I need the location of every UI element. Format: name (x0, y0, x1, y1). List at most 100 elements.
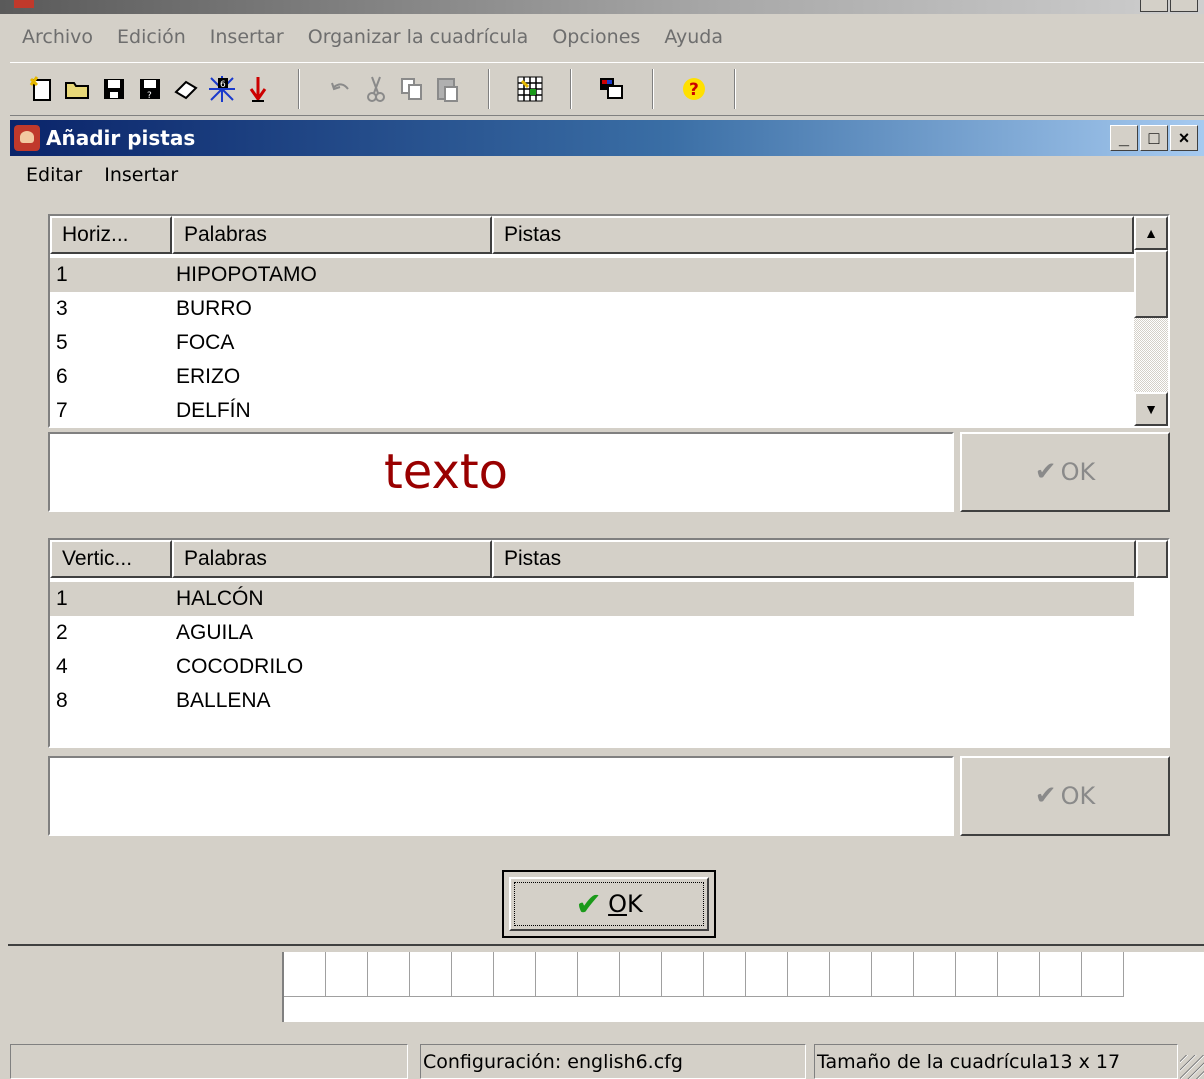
toolbar-separator (488, 69, 490, 109)
grid-cell[interactable] (1040, 952, 1082, 996)
horizontal-clue-input[interactable]: texto (48, 432, 954, 512)
ok-label: OK (1060, 782, 1096, 810)
grid-cell[interactable] (368, 952, 410, 996)
scroll-up-icon[interactable]: ▲ (1134, 216, 1168, 250)
undo-icon[interactable] (322, 69, 358, 109)
dialog-app-icon (14, 125, 40, 151)
grid-icon[interactable] (512, 69, 548, 109)
row-word: DELFÍN (176, 399, 251, 422)
table-row[interactable]: 8 BALLENA (50, 684, 1168, 718)
grid-cell[interactable] (830, 952, 872, 996)
grid-cell[interactable] (788, 952, 830, 996)
close-button[interactable]: × (1170, 125, 1198, 151)
paste-icon[interactable] (430, 69, 466, 109)
column-palabras[interactable]: Palabras (172, 540, 492, 578)
column-palabras[interactable]: Palabras (172, 216, 492, 254)
vertical-scrollbar[interactable]: ▲ ▼ (1134, 216, 1168, 426)
resize-grip-icon[interactable] (1180, 1055, 1204, 1079)
menu-archivo[interactable]: Archivo (22, 26, 93, 48)
grid-cell[interactable] (620, 952, 662, 996)
save-icon[interactable] (96, 69, 132, 109)
copy-icon[interactable] (394, 69, 430, 109)
table-row[interactable]: 4 COCODRILO (50, 650, 1168, 684)
dialog-window-buttons: _ □ × (1110, 125, 1198, 151)
svg-text:6: 6 (220, 80, 226, 90)
table-row[interactable]: 1 HIPOPOTAMO (50, 258, 1134, 292)
menu-insertar[interactable]: Insertar (210, 26, 284, 48)
toolbar-separator (570, 69, 572, 109)
svg-text:?: ? (689, 80, 699, 100)
minimize-icon[interactable] (1140, 0, 1168, 12)
arrow-down-icon[interactable] (240, 69, 276, 109)
open-icon[interactable] (60, 69, 96, 109)
grid-cell[interactable] (1082, 952, 1124, 996)
help-icon[interactable]: ? (676, 69, 712, 109)
menu-opciones[interactable]: Opciones (552, 26, 640, 48)
grid-cell[interactable] (452, 952, 494, 996)
grid-cell[interactable] (284, 952, 326, 996)
row-word: HIPOPOTAMO (176, 263, 317, 286)
dialog-titlebar[interactable]: Añadir pistas _ □ × (10, 120, 1204, 156)
grid-cell[interactable] (662, 952, 704, 996)
scroll-thumb[interactable] (1134, 250, 1168, 318)
grid-cell[interactable] (326, 952, 368, 996)
statusbar: Configuración: english6.cfg Tamaño de la… (0, 1044, 1204, 1079)
menu-edicion[interactable]: Edición (117, 26, 186, 48)
save-as-icon[interactable]: ? (132, 69, 168, 109)
grid-cell[interactable] (410, 952, 452, 996)
colors-icon[interactable] (594, 69, 630, 109)
row-word: FOCA (176, 331, 235, 354)
column-pistas[interactable]: Pistas (492, 216, 1134, 254)
grid-cell[interactable] (536, 952, 578, 996)
menu-ayuda[interactable]: Ayuda (664, 26, 723, 48)
maximize-icon[interactable] (1170, 0, 1198, 12)
eraser-icon[interactable] (168, 69, 204, 109)
column-filler (1136, 540, 1168, 578)
column-vertical[interactable]: Vertic... (50, 540, 172, 578)
table-row[interactable]: 2 AGUILA (50, 616, 1168, 650)
toolbar: ? 6 ? (10, 62, 1204, 116)
table-row[interactable]: 1 HALCÓN (50, 582, 1134, 616)
grid-number-icon[interactable]: 6 (204, 69, 240, 109)
maximize-button[interactable]: □ (1140, 125, 1168, 151)
grid-cell[interactable] (956, 952, 998, 996)
horizontal-ok-button[interactable]: ✔ OK (960, 432, 1170, 512)
vertical-ok-button[interactable]: ✔ OK (960, 756, 1170, 836)
menu-organizar[interactable]: Organizar la cuadrícula (308, 26, 529, 48)
table-row[interactable]: 6 ERIZO (50, 360, 1168, 394)
horizontal-clues-list[interactable]: Horiz... Palabras Pistas 1 HIPOPOTAMO 3 … (48, 214, 1170, 428)
grid-cell[interactable] (914, 952, 956, 996)
status-grid-size: Tamaño de la cuadrícula13 x 17 (814, 1044, 1178, 1079)
ok-label: OK (1060, 458, 1096, 486)
svg-text:?: ? (147, 91, 152, 101)
column-horizontal[interactable]: Horiz... (50, 216, 172, 254)
row-number: 2 (56, 621, 68, 644)
table-row[interactable]: 5 FOCA (50, 326, 1168, 360)
new-icon[interactable] (24, 69, 60, 109)
vertical-clue-input[interactable] (48, 756, 954, 836)
ok-button[interactable]: ✔ OK (502, 870, 716, 938)
menu-editar[interactable]: Editar (26, 164, 82, 186)
grid-cell[interactable] (872, 952, 914, 996)
grid-cell[interactable] (704, 952, 746, 996)
scroll-down-icon[interactable]: ▼ (1134, 392, 1168, 426)
table-row[interactable]: 7 DELFÍN (50, 394, 1168, 426)
cut-icon[interactable] (358, 69, 394, 109)
main-titlebar (0, 0, 1204, 14)
grid-cell[interactable] (998, 952, 1040, 996)
vertical-clues-list[interactable]: Vertic... Palabras Pistas 1 HALCÓN 2 AGU… (48, 538, 1170, 748)
minimize-button[interactable]: _ (1110, 125, 1138, 151)
menu-insertar-dialog[interactable]: Insertar (104, 164, 178, 186)
toolbar-separator (298, 69, 300, 109)
crossword-grid-area[interactable] (282, 952, 1204, 1022)
grid-cell[interactable] (746, 952, 788, 996)
ok-rest: K (626, 890, 643, 918)
grid-cell[interactable] (578, 952, 620, 996)
grid-cell[interactable] (494, 952, 536, 996)
list-header: Vertic... Palabras Pistas (50, 540, 1168, 578)
row-number: 6 (56, 365, 68, 388)
status-pane-main (10, 1044, 408, 1079)
crossword-grid[interactable] (284, 952, 1124, 997)
table-row[interactable]: 3 BURRO (50, 292, 1168, 326)
column-pistas[interactable]: Pistas (492, 540, 1136, 578)
